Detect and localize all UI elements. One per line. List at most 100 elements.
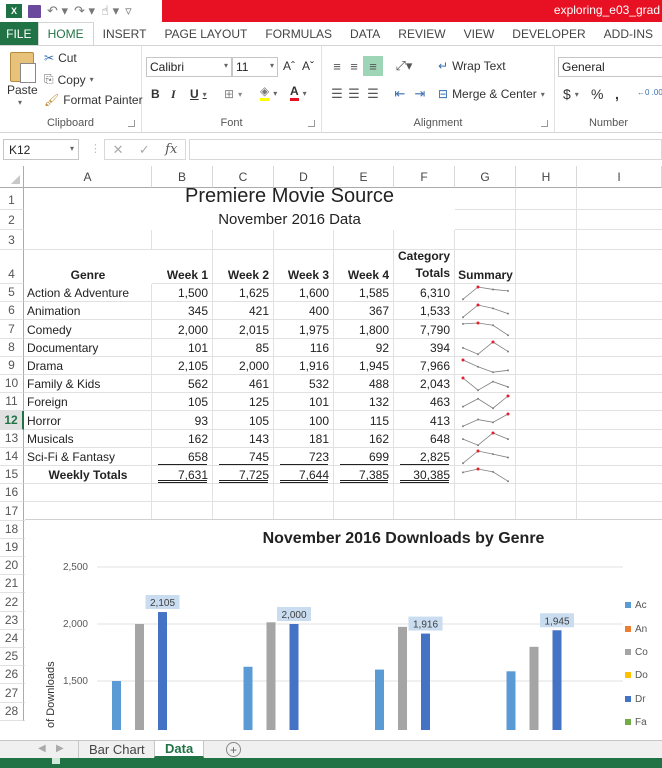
value-cell-w4[interactable]: 92 [334,339,394,357]
middle-align-button[interactable]: ≡ [344,56,364,76]
row-header-12[interactable]: 12 [0,411,24,430]
value-cell-w1[interactable]: 162 [152,430,213,448]
genre-cell[interactable]: Action & Adventure [24,284,152,302]
tab-add-ins[interactable]: ADD-INS [595,22,662,45]
sparkline[interactable] [455,466,516,484]
row-header-18[interactable]: 18 [0,520,24,539]
row-header-8[interactable]: 8 [0,338,24,357]
next-sheet-icon[interactable]: ▶ [56,743,64,754]
enter-icon[interactable]: ✓ [139,142,150,158]
value-cell-w3[interactable]: 1,916 [274,357,334,375]
legend-item[interactable]: Ac [625,600,647,611]
row-header-27[interactable]: 27 [0,684,24,703]
value-cell-w2[interactable]: 85 [213,339,274,357]
bottom-align-button[interactable]: ≡ [363,56,383,76]
value-cell-total[interactable]: 394 [394,339,455,357]
tab-review[interactable]: REVIEW [389,22,454,45]
row-header-16[interactable]: 16 [0,484,24,503]
row-header-26[interactable]: 26 [0,666,24,685]
value-cell-w4[interactable]: 132 [334,393,394,411]
value-cell-w1[interactable]: 105 [152,393,213,411]
cancel-icon[interactable]: ✕ [113,142,124,158]
genre-cell[interactable]: Family & Kids [24,375,152,393]
paste-icon[interactable] [10,52,36,83]
legend-item[interactable]: Dr [625,694,646,705]
sparkline[interactable] [455,320,516,338]
sparkline[interactable] [455,357,516,375]
value-cell-total[interactable]: 1,533 [394,302,455,320]
row-header-3[interactable]: 3 [0,230,24,250]
row-header-21[interactable]: 21 [0,575,24,594]
header-week-4[interactable]: Week 4 [334,250,394,284]
prev-sheet-icon[interactable]: ◀ [38,743,46,754]
row-header-10[interactable]: 10 [0,375,24,394]
wrap-text-button[interactable]: ↵ Wrap Text [438,59,506,73]
value-cell-w2[interactable]: 2,015 [213,320,274,338]
formula-input[interactable] [189,139,662,160]
value-cell-w4[interactable]: 162 [334,430,394,448]
value-cell-w2[interactable]: 461 [213,375,274,393]
row-header-19[interactable]: 19 [0,538,24,557]
genre-cell[interactable]: Documentary [24,339,152,357]
value-cell-w4[interactable]: 1,945 [334,357,394,375]
value-cell-w1[interactable]: 1,500 [152,284,213,302]
genre-cell[interactable]: Animation [24,302,152,320]
legend-item[interactable]: An [625,624,647,635]
macro-record-icon[interactable] [52,758,60,764]
tab-view[interactable]: VIEW [455,22,504,45]
value-cell-w4[interactable]: 115 [334,411,394,429]
value-cell-w3[interactable]: 1,600 [274,284,334,302]
select-all-button[interactable] [0,166,24,188]
value-cell-w3[interactable]: 100 [274,411,334,429]
sparkline[interactable] [455,339,516,357]
row-header-9[interactable]: 9 [0,356,24,375]
cut-button[interactable]: ✂ Cut [44,51,77,65]
comma-button[interactable]: , [615,86,619,102]
column-header-a[interactable]: A [24,166,152,188]
genre-cell[interactable]: Comedy [24,320,152,338]
bold-button[interactable]: B [151,87,160,101]
value-cell-total[interactable]: 2,043 [394,375,455,393]
value-cell-w2[interactable]: 105 [213,411,274,429]
row-header-25[interactable]: 25 [0,648,24,667]
sparkline[interactable] [455,284,516,302]
value-cell-w3[interactable]: 532 [274,375,334,393]
number-format-select[interactable]: General [558,57,662,77]
value-cell-w3[interactable]: 1,975 [274,320,334,338]
tab-formulas[interactable]: FORMULAS [256,22,341,45]
increase-font-button[interactable]: Aˆ [283,59,295,73]
column-header-f[interactable]: F [394,166,455,188]
paste-button[interactable]: Paste [7,83,38,97]
currency-button[interactable]: $ ▾ [563,86,579,102]
header-category-totals[interactable]: Category Totals [394,249,455,284]
row-header-4[interactable]: 4 [0,250,24,284]
row-header-24[interactable]: 24 [0,629,24,648]
font-launcher-icon[interactable] [308,120,315,127]
value-cell-w2[interactable]: 143 [213,430,274,448]
sheet-subtitle[interactable]: November 2016 Data [24,210,455,230]
header-week-1[interactable]: Week 1 [152,250,213,284]
value-cell-w1[interactable]: 2,105 [152,357,213,375]
copy-button[interactable]: ⎘ Copy ▾ [44,72,94,87]
header-genre[interactable]: Genre [24,250,152,284]
legend-item[interactable]: Do [625,670,648,681]
italic-button[interactable]: I [171,87,176,102]
sheet-tab-bar-chart[interactable]: Bar Chart [78,741,155,758]
font-color-button[interactable]: A ▾ [290,85,307,101]
sparkline[interactable] [455,302,516,320]
value-cell-w4[interactable]: 1,585 [334,284,394,302]
borders-button[interactable]: ⊞ ▾ [224,87,242,101]
sparkline[interactable] [455,430,516,448]
value-cell-w2[interactable]: 2,000 [213,357,274,375]
paste-dropdown-icon[interactable]: ▾ [18,98,22,107]
row-header-7[interactable]: 7 [0,320,24,339]
row-header-6[interactable]: 6 [0,302,24,321]
font-size-select[interactable]: 11 ▾ [232,57,278,77]
redo-icon[interactable]: ↷ ▾ [74,3,95,19]
sparkline[interactable] [455,375,516,393]
sheet-title[interactable]: Premiere Movie Source [24,185,455,210]
column-header-g[interactable]: G [455,166,516,188]
header-week-3[interactable]: Week 3 [274,250,334,284]
clipboard-launcher-icon[interactable] [128,120,135,127]
row-header-13[interactable]: 13 [0,429,24,448]
